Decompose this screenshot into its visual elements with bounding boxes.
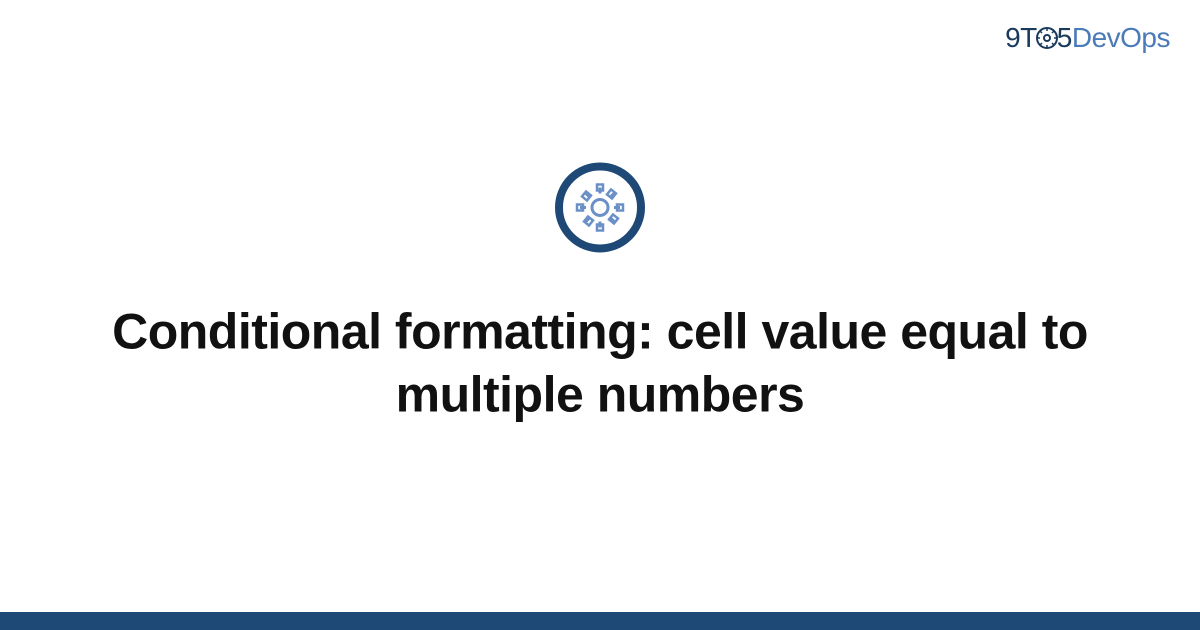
site-logo: 9T 5DevOps: [1005, 22, 1170, 54]
logo-text-5: 5: [1057, 22, 1072, 53]
bottom-accent-bar: [0, 612, 1200, 630]
logo-text-devops: DevOps: [1072, 22, 1170, 53]
page-title: Conditional formatting: cell value equal…: [100, 300, 1100, 425]
logo-text-9t: 9T: [1005, 22, 1037, 53]
gear-icon-circle: [555, 162, 645, 252]
main-content: Conditional formatting: cell value equal…: [0, 162, 1200, 425]
gear-icon: [574, 181, 626, 233]
logo-gear-icon: [1035, 26, 1059, 50]
